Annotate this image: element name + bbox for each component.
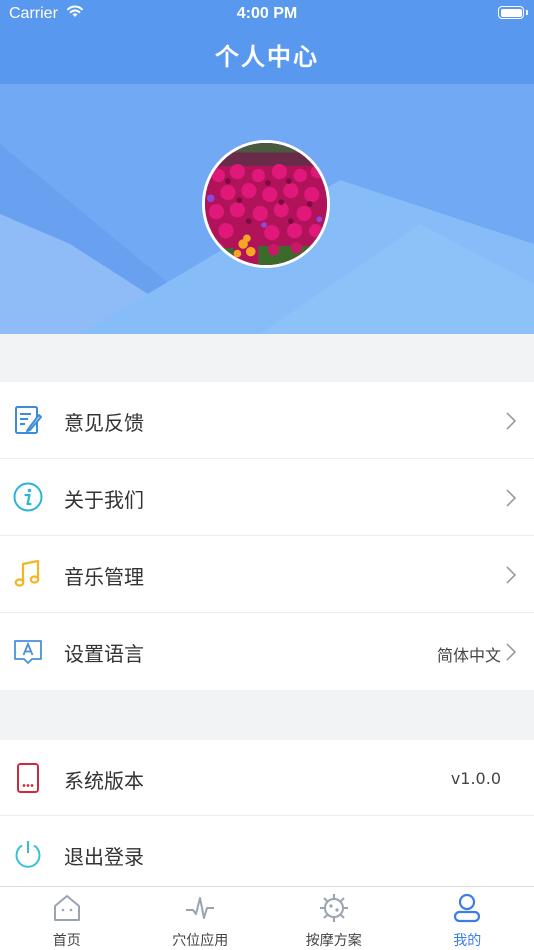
chevron-right-icon: [506, 489, 516, 507]
tab-home[interactable]: 首页: [0, 887, 134, 950]
virus-icon: [319, 894, 348, 922]
avatar-flowers-image: [205, 143, 327, 265]
tab-massage[interactable]: 按摩方案: [267, 887, 401, 950]
status-time: 4:00 PM: [236, 5, 298, 22]
pulse-icon: [186, 897, 215, 919]
tab-bar: 首页 穴位应用 按摩方案 我的: [0, 886, 534, 950]
tab-mine[interactable]: 我的: [401, 887, 534, 950]
version-value: v1.0.0: [450, 769, 501, 788]
menu-row-feedback[interactable]: 意见反馈: [0, 382, 534, 459]
avatar[interactable]: [202, 140, 330, 268]
system-label: 退出登录: [64, 845, 144, 869]
battery-cap: [526, 10, 528, 15]
menu-row-music[interactable]: 音乐管理: [0, 536, 534, 613]
chevron-right-icon: [506, 643, 516, 661]
system-group: 系统版本 v1.0.0 退出登录: [0, 740, 534, 886]
menu-row-about[interactable]: 关于我们: [0, 459, 534, 536]
tab-label: 穴位应用: [172, 933, 229, 949]
home-icon: [53, 895, 80, 921]
menu-group: 意见反馈 关于我们 音乐管理 设置语言 简体中文: [0, 382, 534, 690]
feedback-edit-icon: [15, 406, 42, 434]
music-note-icon: [14, 559, 40, 587]
menu-label: 设置语言: [64, 642, 144, 666]
tab-label: 首页: [52, 933, 81, 949]
chevron-right-icon: [506, 566, 516, 584]
chevron-right-icon: [506, 412, 516, 430]
person-icon: [454, 893, 481, 923]
system-label: 系统版本: [64, 769, 144, 793]
profile-page: Carrier 4:00 PM 个人中心 意见反馈 关于我们 音乐管理 设置语言…: [0, 0, 534, 950]
system-row-logout[interactable]: 退出登录: [0, 816, 534, 892]
language-value: 简体中文: [436, 646, 501, 665]
language-icon: [14, 640, 42, 664]
menu-label: 音乐管理: [64, 565, 144, 589]
phone-icon: [17, 763, 39, 793]
tab-label: 我的: [453, 933, 482, 949]
menu-label: 意见反馈: [64, 411, 144, 435]
info-icon: [13, 482, 43, 512]
profile-banner: [0, 84, 534, 334]
battery-icon: [498, 6, 524, 19]
menu-row-language[interactable]: 设置语言 简体中文: [0, 613, 534, 690]
nav-bar: 个人中心: [0, 28, 534, 84]
power-icon: [15, 841, 41, 868]
tab-label: 按摩方案: [305, 933, 362, 949]
page-title: 个人中心: [215, 43, 319, 71]
status-bar: Carrier 4:00 PM: [0, 0, 534, 28]
menu-label: 关于我们: [64, 488, 144, 512]
system-row-version: 系统版本 v1.0.0: [0, 740, 534, 816]
tab-acupoints[interactable]: 穴位应用: [134, 887, 268, 950]
